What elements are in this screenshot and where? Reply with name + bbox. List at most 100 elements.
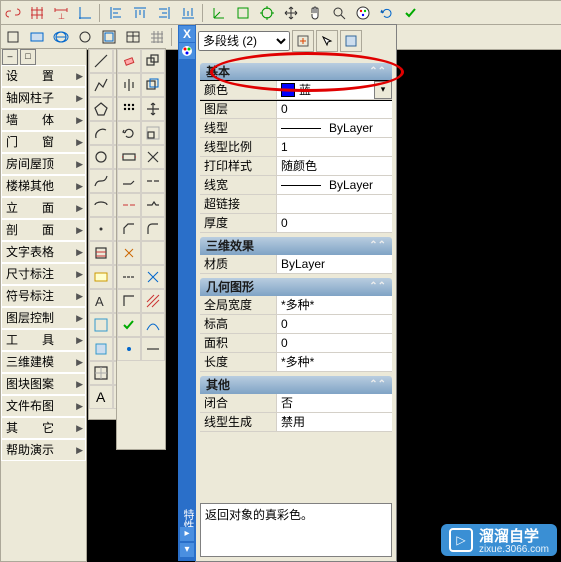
- hatch-tool[interactable]: [89, 241, 113, 265]
- offset-tool[interactable]: [141, 73, 165, 97]
- property-row[interactable]: 闭合否: [200, 394, 392, 413]
- property-row[interactable]: 线宽ByLayer: [200, 176, 392, 195]
- select-objects-icon[interactable]: [316, 30, 338, 52]
- align-bottom-icon[interactable]: [177, 2, 199, 24]
- property-value[interactable]: ByLayer: [277, 119, 392, 137]
- move-icon[interactable]: [280, 2, 302, 24]
- line2-tool[interactable]: [141, 337, 165, 361]
- chamfer-tool[interactable]: [117, 217, 141, 241]
- earc-tool[interactable]: [89, 193, 113, 217]
- auto-hide-icon[interactable]: ▸: [180, 527, 194, 541]
- category-item[interactable]: 文件布图▶: [1, 395, 86, 417]
- property-value[interactable]: 0: [277, 214, 392, 232]
- copy-tool[interactable]: [141, 49, 165, 73]
- dot-tool[interactable]: [117, 337, 141, 361]
- property-value[interactable]: ByLayer: [277, 255, 392, 273]
- break2-tool[interactable]: [117, 193, 141, 217]
- trim-tool[interactable]: [141, 145, 165, 169]
- line-tool[interactable]: [89, 49, 113, 73]
- zoom-icon[interactable]: [328, 2, 350, 24]
- axis-blue-icon[interactable]: [74, 2, 96, 24]
- property-row[interactable]: 线型ByLayer: [200, 119, 392, 138]
- palette-icon[interactable]: [352, 2, 374, 24]
- category-item[interactable]: 帮助演示▶: [1, 439, 86, 461]
- property-value[interactable]: 0: [277, 100, 392, 118]
- hatch2-tool[interactable]: [141, 289, 165, 313]
- category-item[interactable]: 符号标注▶: [1, 285, 86, 307]
- collapse-icon[interactable]: ⌃⌃: [369, 376, 386, 394]
- erase-tool[interactable]: [117, 49, 141, 73]
- property-value[interactable]: 0: [277, 334, 392, 352]
- explode-tool[interactable]: [117, 241, 141, 265]
- scale-tool[interactable]: [141, 121, 165, 145]
- tool1-tool[interactable]: [89, 313, 113, 337]
- cross-tool[interactable]: [141, 265, 165, 289]
- property-value[interactable]: 随颜色: [277, 157, 392, 175]
- property-row[interactable]: 全局宽度*多种*: [200, 296, 392, 315]
- property-value[interactable]: 1: [277, 138, 392, 156]
- dash-tool[interactable]: [117, 265, 141, 289]
- category-item[interactable]: 墙 体▶: [1, 109, 86, 131]
- minimize-icon[interactable]: –: [2, 49, 18, 65]
- A-tool[interactable]: A: [89, 385, 113, 409]
- circle-icon[interactable]: [74, 26, 96, 48]
- property-value[interactable]: 否: [277, 394, 392, 412]
- category-item[interactable]: 楼梯其他▶: [1, 175, 86, 197]
- region-tool[interactable]: [89, 265, 113, 289]
- join-tool[interactable]: [141, 193, 165, 217]
- dropdown-icon[interactable]: ▾: [374, 81, 392, 99]
- group-header[interactable]: 几何图形⌃⌃: [200, 278, 392, 296]
- category-item[interactable]: 图块图案▶: [1, 373, 86, 395]
- object-type-selector[interactable]: 多段线 (2): [198, 31, 290, 51]
- align-top-icon[interactable]: [129, 2, 151, 24]
- curve-tool[interactable]: [141, 313, 165, 337]
- pan-icon[interactable]: [304, 2, 326, 24]
- category-item[interactable]: 设 置▶: [1, 65, 86, 87]
- grid-icon[interactable]: [146, 26, 168, 48]
- category-item[interactable]: 房间屋顶▶: [1, 153, 86, 175]
- snap-icon[interactable]: [256, 2, 278, 24]
- property-row[interactable]: 线型生成禁用: [200, 413, 392, 432]
- arc-tool[interactable]: [89, 121, 113, 145]
- property-row[interactable]: 材质ByLayer: [200, 255, 392, 274]
- circle-tool[interactable]: [89, 145, 113, 169]
- category-item[interactable]: 图层控制▶: [1, 307, 86, 329]
- fillet-tool[interactable]: [141, 217, 165, 241]
- category-item[interactable]: 尺寸标注▶: [1, 263, 86, 285]
- align-right-icon[interactable]: [153, 2, 175, 24]
- property-row[interactable]: 颜色蓝▾: [200, 81, 392, 100]
- group-header[interactable]: 其他⌃⌃: [200, 376, 392, 394]
- menu-icon[interactable]: ▾: [180, 543, 194, 557]
- link-icon[interactable]: [2, 2, 24, 24]
- pline-tool[interactable]: [89, 73, 113, 97]
- polygon-tool[interactable]: [89, 97, 113, 121]
- property-value[interactable]: *多种*: [277, 296, 392, 314]
- category-item[interactable]: 文字表格▶: [1, 241, 86, 263]
- property-row[interactable]: 面积0: [200, 334, 392, 353]
- align-left-icon[interactable]: [105, 2, 127, 24]
- mirror-tool[interactable]: [117, 73, 141, 97]
- collapse-icon[interactable]: ⌃⌃: [369, 237, 386, 255]
- property-value[interactable]: *多种*: [277, 353, 392, 371]
- box-icon[interactable]: [2, 26, 24, 48]
- category-item[interactable]: 剖 面▶: [1, 219, 86, 241]
- property-row[interactable]: 长度*多种*: [200, 353, 392, 372]
- property-value[interactable]: 0: [277, 315, 392, 333]
- viewport-icon[interactable]: [98, 26, 120, 48]
- tool5-tool[interactable]: [89, 361, 113, 385]
- view-icon[interactable]: [26, 26, 48, 48]
- array-tool[interactable]: [117, 97, 141, 121]
- redraw-icon[interactable]: [376, 2, 398, 24]
- category-item[interactable]: 其 它▶: [1, 417, 86, 439]
- toggle-pickadd-icon[interactable]: [340, 30, 362, 52]
- break-tool[interactable]: [141, 169, 165, 193]
- collapse-icon[interactable]: ⌃⌃: [369, 278, 386, 296]
- mtext-tool[interactable]: A: [89, 289, 113, 313]
- point-tool[interactable]: [89, 217, 113, 241]
- check-green-icon[interactable]: [400, 2, 422, 24]
- property-row[interactable]: 超链接: [200, 195, 392, 214]
- property-value[interactable]: ByLayer: [277, 176, 392, 194]
- spline-tool[interactable]: [89, 169, 113, 193]
- category-item[interactable]: 工 具▶: [1, 329, 86, 351]
- property-row[interactable]: 图层0: [200, 100, 392, 119]
